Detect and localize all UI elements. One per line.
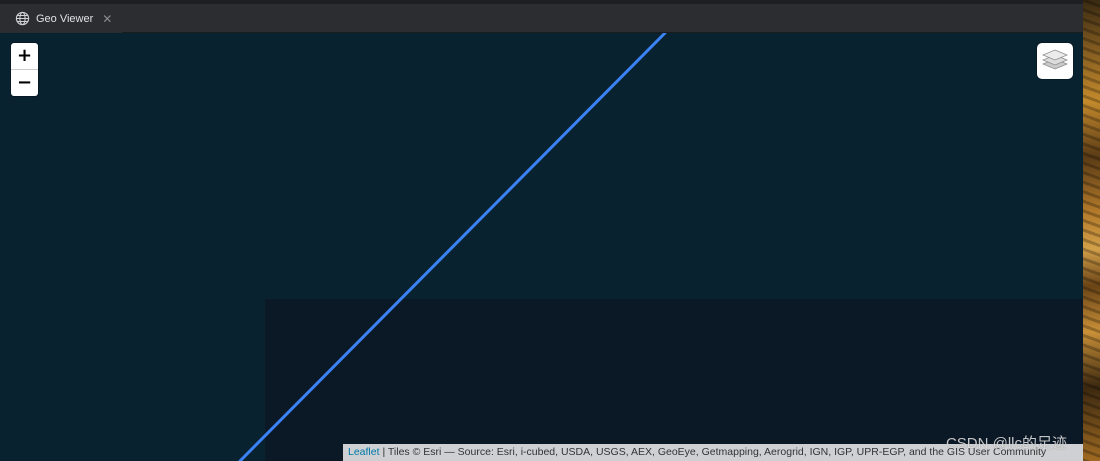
zoom-out-button[interactable]: −: [11, 69, 38, 96]
tab-title: Geo Viewer: [36, 12, 94, 25]
screen: Geo Viewer ✕ + − Leaflet | Tiles © Esri …: [0, 0, 1100, 461]
tab-geo-viewer[interactable]: Geo Viewer ✕: [0, 4, 122, 33]
watermark: CSDN @llc的足迹: [945, 435, 1067, 452]
layers-icon: [1041, 46, 1069, 77]
window-top-border: [0, 0, 1083, 4]
zoom-control: + −: [11, 43, 38, 96]
close-icon[interactable]: ✕: [102, 13, 112, 25]
leaflet-link[interactable]: Leaflet: [348, 446, 380, 458]
zoom-in-button[interactable]: +: [11, 43, 38, 69]
geo-viewer-window: Geo Viewer ✕ + − Leaflet | Tiles © Esri …: [0, 0, 1083, 461]
route-overlay: [238, 33, 667, 461]
route-line[interactable]: [238, 33, 667, 461]
globe-icon: [15, 11, 30, 26]
desktop-wallpaper: [1082, 0, 1100, 461]
layers-button[interactable]: [1037, 43, 1073, 79]
tab-bar: Geo Viewer ✕: [0, 0, 1083, 33]
map-view[interactable]: + − Leaflet | Tiles © Esri — Source: Esr…: [0, 33, 1083, 461]
